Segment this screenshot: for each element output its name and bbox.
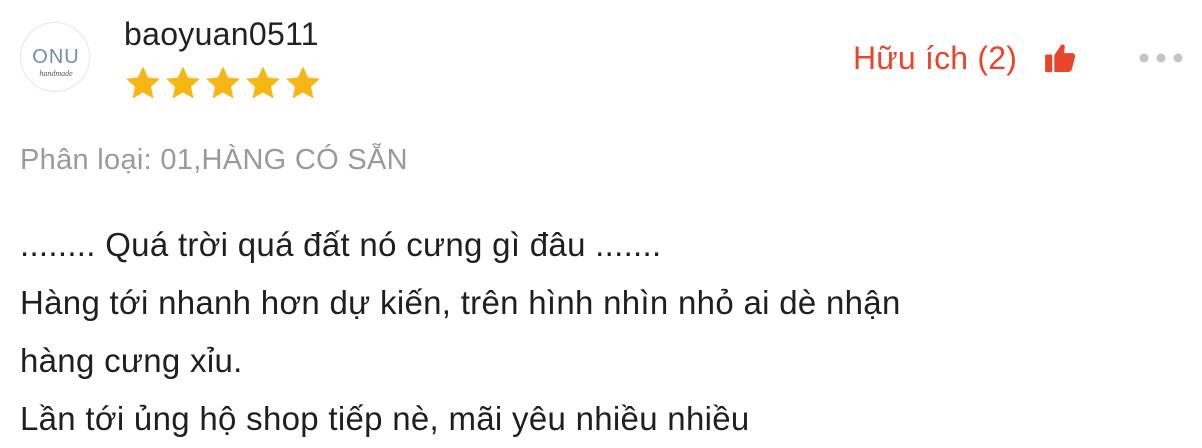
review-text-line: hàng cưng xỉu. [20, 342, 243, 379]
star-icon [126, 66, 160, 99]
star-icon [246, 66, 280, 99]
star-icon [206, 66, 240, 99]
avatar-logo-subtext: handmade [39, 69, 73, 78]
variation-label: Phân loại: 01,HÀNG CÓ SẴN [20, 144, 408, 176]
thumbs-up-icon [1045, 44, 1076, 73]
more-options-icon[interactable] [1136, 48, 1186, 68]
avatar-logo-text: ONU [32, 46, 79, 68]
review-text-line: ........ Quá trời quá đất nó cưng gì đâu… [20, 226, 662, 263]
helpful-button[interactable]: Hữu ích (2) [853, 38, 1077, 78]
avatar-logo: ONU handmade [32, 46, 79, 78]
review-text: ........ Quá trời quá đất nó cưng gì đâu… [20, 216, 1190, 448]
avatar[interactable]: ONU handmade [20, 22, 90, 92]
star-rating [124, 64, 322, 102]
username[interactable]: baoyuan0511 [124, 14, 319, 54]
star-icon [166, 66, 200, 99]
star-icon [286, 66, 320, 99]
helpful-label: Hữu ích (2) [853, 40, 1018, 76]
review-card: ONU handmade baoyuan0511 Hữu ích (2) Phâ… [0, 0, 1202, 445]
review-text-line: Hàng tới nhanh hơn dự kiến, trên hình nh… [20, 284, 901, 321]
review-text-line: Lần tới ủng hộ shop tiếp nè, mãi yêu nhi… [20, 400, 750, 437]
